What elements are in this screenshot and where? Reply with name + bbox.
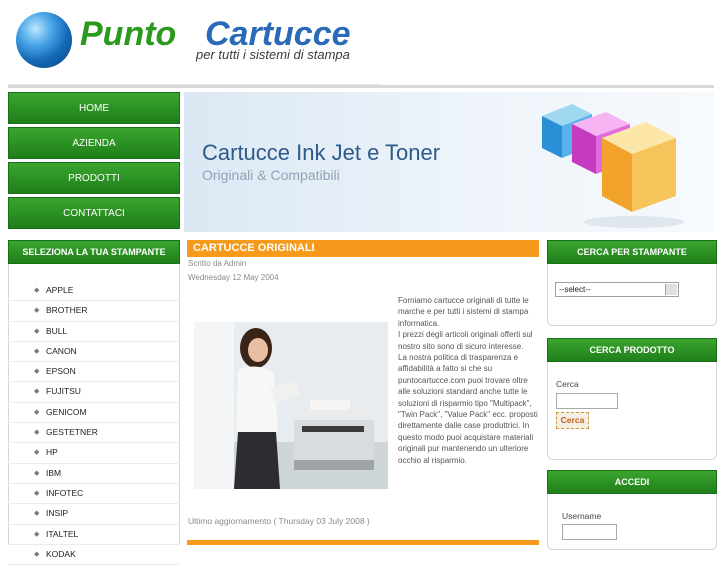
brand-item-infotec[interactable]: ◆ INFOTEC [8,484,180,505]
bullet-diamond-icon: ◆ [34,469,40,477]
brand-item-kodak[interactable]: ◆ KODAK [8,545,180,565]
banner-title: Cartucce Ink Jet e Toner [202,140,441,165]
brand-label: INSIP [46,508,69,519]
hero-banner: Cartucce Ink Jet e Toner Originali & Com… [184,92,714,232]
banner-subtitle: Originali & Compatibili [202,167,340,183]
bullet-diamond-icon: ◆ [34,449,40,457]
next-article-title-bar [187,540,539,545]
printer-brand-panel-title: SELEZIONA LA TUA STAMPANTE [8,240,180,264]
nav-prodotti[interactable]: PRODOTTI [8,162,180,194]
bullet-diamond-icon: ◆ [34,530,40,538]
article-author: Scritto da Admin [188,259,247,268]
brand-label: KODAK [46,548,76,559]
brand-label: FUJITSU [46,386,81,397]
site-logo[interactable]: Punto Cartucce per tutti i sistemi di st… [8,10,382,85]
printer-brand-list: ◆ APPLE ◆ BROTHER ◆ BULL ◆ CANON ◆ EPSON ◆ FUJ… [8,281,180,565]
bullet-diamond-icon: ◆ [34,327,40,335]
brand-item-italtel[interactable]: ◆ ITALTEL [8,525,180,545]
brand-item-canon[interactable]: ◆ CANON [8,342,180,363]
article-last-updated: Ultimo aggiornamento ( Thursday 03 July … [188,516,370,526]
yellow-cube-icon [602,122,676,212]
brand-item-bull[interactable]: ◆ BULL [8,322,180,342]
printer-search-title: CERCA PER STAMPANTE [547,240,717,264]
article-paragraph: La nostra politica di trasparenza e affi… [398,353,538,465]
nav-azienda[interactable]: AZIENDA [8,127,180,159]
globe-logo-icon [16,12,72,68]
brand-item-insip[interactable]: ◆ INSIP [8,504,180,525]
article-date: Wednesday 12 May 2004 [188,273,279,282]
bullet-diamond-icon: ◆ [34,489,40,497]
brand-item-hp[interactable]: ◆ HP [8,443,180,464]
brand-label: APPLE [46,285,74,295]
brand-label: BROTHER [46,305,88,316]
brand-label: GESTETNER [46,427,98,438]
brand-label: HP [46,447,58,458]
product-search-title: CERCA PRODOTTO [547,338,717,362]
login-title: ACCEDI [547,470,717,494]
brand-item-epson[interactable]: ◆ EPSON [8,362,180,383]
header-divider [8,85,714,88]
username-label: Username [562,511,602,521]
bullet-diamond-icon: ◆ [34,347,40,355]
article-photo [194,322,388,489]
dropdown-arrow-icon[interactable] [665,284,677,295]
brand-label: BULL [46,325,68,336]
article-paragraph: Forniamo cartucce originali di tutte le … [398,296,529,328]
product-search-button[interactable]: Cerca [556,412,589,429]
brand-item-genicom[interactable]: ◆ GENICOM [8,403,180,424]
nav-home[interactable]: HOME [8,92,180,124]
bullet-diamond-icon: ◆ [34,429,40,437]
brand-label: GENICOM [46,406,87,417]
brand-item-ibm[interactable]: ◆ IBM [8,464,180,484]
logo-tagline: per tutti i sistemi di stampa [196,47,350,62]
main-nav: HOME AZIENDA PRODOTTI CONTATTACI [8,92,180,232]
bullet-diamond-icon: ◆ [34,287,40,294]
bullet-diamond-icon: ◆ [34,550,40,558]
cartridge-cubes-illustration [542,104,684,228]
brand-item-apple[interactable]: ◆ APPLE [8,281,180,302]
bullet-diamond-icon: ◆ [34,307,40,315]
bullet-diamond-icon: ◆ [34,510,40,518]
brand-label: ITALTEL [46,528,79,539]
username-input[interactable] [562,524,617,540]
printer-select[interactable]: --select-- [555,282,679,297]
article-body: Forniamo cartucce originali di tutte le … [398,295,540,466]
nav-contattaci[interactable]: CONTATTACI [8,197,180,229]
brand-label: CANON [46,345,77,356]
logo-brand-part1: Punto [80,15,177,53]
bullet-diamond-icon: ◆ [34,368,40,376]
brand-item-fujitsu[interactable]: ◆ FUJITSU [8,382,180,403]
product-search-label: Cerca [556,379,579,389]
brand-label: EPSON [46,366,76,377]
product-search-input[interactable] [556,393,618,409]
printer-select-value: --select-- [559,285,591,294]
bullet-diamond-icon: ◆ [34,388,40,396]
woman-with-printer-image [194,322,388,489]
brand-item-brother[interactable]: ◆ BROTHER [8,301,180,322]
brand-label: IBM [46,467,62,478]
brand-label: INFOTEC [46,487,84,498]
brand-item-gestetner[interactable]: ◆ GESTETNER [8,423,180,444]
article-paragraph: I prezzi degli articoli originali offert… [398,330,533,351]
article-title[interactable]: CARTUCCE ORIGINALI [187,240,539,257]
bullet-diamond-icon: ◆ [34,408,40,416]
